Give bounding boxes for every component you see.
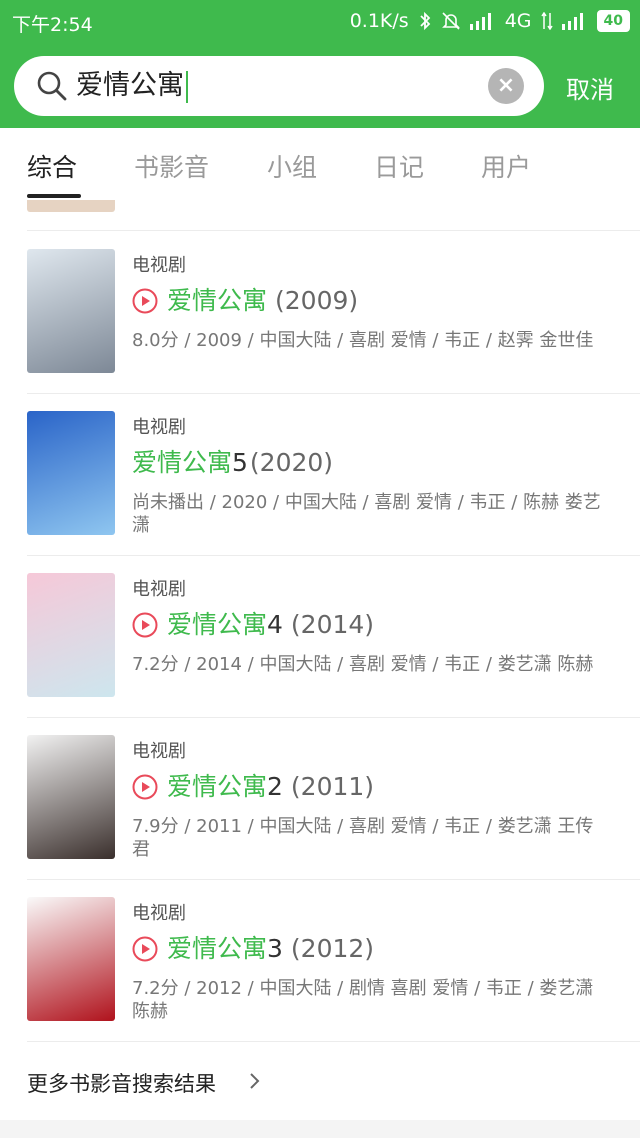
- item-title[interactable]: 爱情公寓 5 (2020): [132, 445, 333, 481]
- search-input[interactable]: 爱情公寓: [76, 68, 188, 104]
- play-icon: [132, 288, 158, 314]
- title-year: (2020): [249, 448, 334, 477]
- item-type: 电视剧: [132, 903, 186, 924]
- item-meta: 7.9分 / 2011 / 中国大陆 / 喜剧 爱情 / 韦正 / 娄艺潇 王传…: [132, 816, 594, 860]
- result-item[interactable]: 电视剧 爱情公寓 5 (2020) 尚未播出 / 2020 / 中国大陆 / 喜剧 …: [0, 393, 640, 555]
- item-type: 电视剧: [132, 579, 186, 600]
- search-icon: [37, 71, 67, 101]
- poster-image[interactable]: [27, 573, 115, 697]
- title-suffix: 5: [232, 448, 248, 477]
- title-highlight: 爱情公寓: [167, 934, 268, 963]
- play-icon: [132, 936, 158, 962]
- bell-muted-icon: [441, 12, 460, 30]
- item-type: 电视剧: [132, 417, 186, 438]
- result-item[interactable]: 电视剧 爱情公寓 (2009) 8.0分 / 2009 / 中国大陆 / 喜剧 爱…: [0, 231, 640, 393]
- item-title[interactable]: 爱情公寓 2 (2011): [132, 769, 374, 805]
- title-suffix: 4: [267, 610, 283, 639]
- title-year: (2014): [290, 610, 375, 639]
- search-bar[interactable]: 爱情公寓 ×: [14, 56, 544, 116]
- item-meta: 8.0分 / 2009 / 中国大陆 / 喜剧 爱情 / 韦正 / 赵霁 金世佳: [132, 330, 594, 351]
- item-title[interactable]: 爱情公寓 4 (2014): [132, 607, 374, 643]
- tab-groups[interactable]: 小组: [267, 148, 317, 184]
- tab-diaries[interactable]: 日记: [374, 148, 424, 184]
- data-arrows-icon: [540, 12, 553, 30]
- title-suffix: 2: [267, 772, 283, 801]
- play-icon: [132, 774, 158, 800]
- network-type: 4G: [504, 10, 532, 32]
- item-type: 电视剧: [132, 741, 186, 762]
- title-highlight: 爱情公寓: [167, 610, 268, 639]
- item-meta: 尚未播出 / 2020 / 中国大陆 / 喜剧 爱情 / 韦正 / 陈赫 娄艺潇: [132, 492, 601, 536]
- battery-indicator: 40: [596, 10, 630, 32]
- poster-image[interactable]: [27, 249, 115, 373]
- result-item[interactable]: 电视剧 爱情公寓 4 (2014) 7.2分 / 2014 / 中国大陆 / 喜剧 …: [0, 555, 640, 717]
- chevron-right-icon: [250, 1073, 260, 1089]
- title-highlight: 爱情公寓: [167, 772, 268, 801]
- title-year: (2012): [290, 934, 375, 963]
- item-title[interactable]: 爱情公寓 (2009): [132, 283, 358, 319]
- status-time: 下午2:54: [12, 14, 93, 36]
- play-icon: [132, 612, 158, 638]
- item-meta: 7.2分 / 2014 / 中国大陆 / 喜剧 爱情 / 韦正 / 娄艺潇 陈赫: [132, 654, 594, 675]
- item-title[interactable]: 爱情公寓 3 (2012): [132, 931, 374, 967]
- poster-image[interactable]: [27, 735, 115, 859]
- clear-search-button[interactable]: ×: [488, 68, 524, 104]
- poster-image[interactable]: [27, 897, 115, 1021]
- tab-bar: 综合 书影音 小组 日记 用户: [0, 128, 640, 201]
- tab-comprehensive[interactable]: 综合: [27, 148, 77, 184]
- results-list: 电视剧 爱情公寓 (2009) 8.0分 / 2009 / 中国大陆 / 喜剧 爱…: [0, 200, 640, 1120]
- bluetooth-icon: [420, 11, 430, 31]
- title-year: (2011): [290, 772, 375, 801]
- more-results-label: 更多书影音搜索结果: [27, 1072, 216, 1096]
- result-item[interactable]: 电视剧 爱情公寓 3 (2012) 7.2分 / 2012 / 中国大陆 / 剧情 …: [0, 879, 640, 1041]
- title-highlight: 爱情公寓: [167, 286, 268, 315]
- result-item[interactable]: 电视剧 爱情公寓 2 (2011) 7.9分 / 2011 / 中国大陆 / 喜剧 …: [0, 717, 640, 879]
- status-bar: 下午2:54 0.1K/s 4G 40: [0, 0, 640, 44]
- item-type: 电视剧: [132, 255, 186, 276]
- title-suffix: 3: [267, 934, 283, 963]
- status-icons: 0.1K/s 4G 40: [350, 10, 630, 32]
- poster-image[interactable]: [27, 411, 115, 535]
- more-results-link[interactable]: 更多书影音搜索结果: [0, 1042, 640, 1120]
- item-meta: 7.2分 / 2012 / 中国大陆 / 剧情 喜剧 爱情 / 韦正 / 娄艺潇…: [132, 978, 594, 1022]
- signal-icon-2: [561, 13, 583, 30]
- active-tab-indicator: [27, 194, 81, 198]
- cancel-button[interactable]: 取消: [566, 70, 614, 105]
- tab-books-movies-music[interactable]: 书影音: [134, 148, 209, 184]
- search-query: 爱情公寓: [76, 70, 184, 101]
- tab-users[interactable]: 用户: [481, 148, 531, 184]
- partial-poster: [27, 200, 115, 212]
- title-year: (2009): [275, 286, 359, 315]
- signal-icon-1: [469, 13, 491, 30]
- title-highlight: 爱情公寓: [132, 448, 233, 477]
- network-speed: 0.1K/s: [349, 10, 409, 32]
- text-caret: [186, 70, 188, 103]
